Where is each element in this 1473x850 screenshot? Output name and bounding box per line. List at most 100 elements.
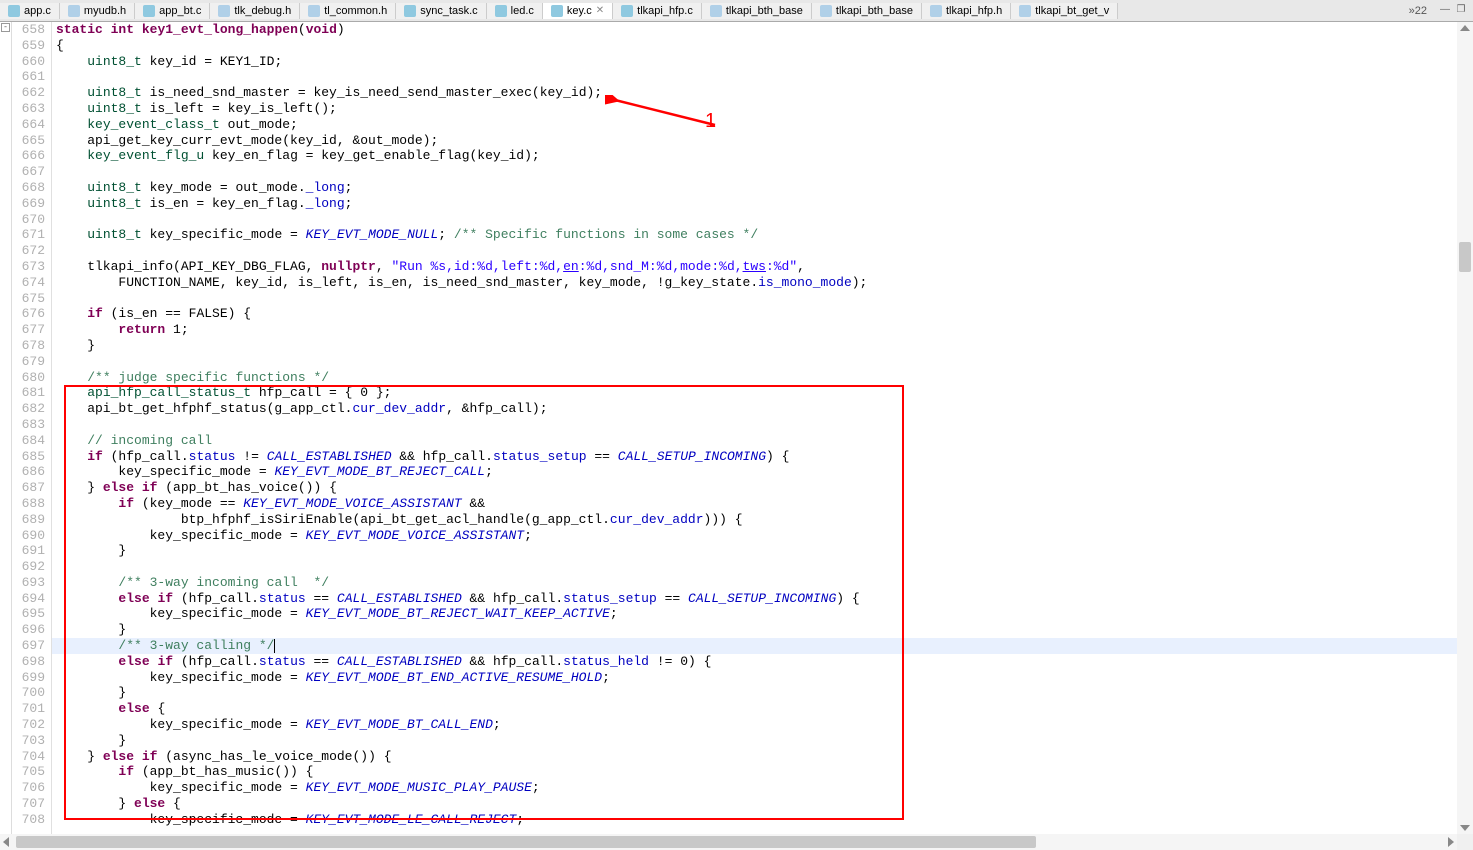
- code-line[interactable]: uint8_t key_specific_mode = KEY_EVT_MODE…: [56, 227, 1473, 243]
- tab-label: tlk_debug.h: [234, 5, 291, 17]
- tab-sync_task-c[interactable]: sync_task.c: [396, 3, 486, 19]
- tab-tlkapi_bt_get_v[interactable]: tlkapi_bt_get_v: [1011, 3, 1118, 19]
- h-file-icon: [820, 5, 832, 17]
- code-line[interactable]: /** 3-way calling */: [56, 638, 1473, 654]
- c-file-icon: [621, 5, 633, 17]
- code-line[interactable]: static int key1_evt_long_happen(void): [56, 22, 1473, 38]
- code-line[interactable]: // incoming call: [56, 433, 1473, 449]
- code-line[interactable]: uint8_t is_need_snd_master = key_is_need…: [56, 85, 1473, 101]
- code-line[interactable]: [56, 69, 1473, 85]
- tab-label: tlkapi_bt_get_v: [1035, 5, 1109, 17]
- line-number: 705: [12, 764, 45, 780]
- line-number: 690: [12, 528, 45, 544]
- code-line[interactable]: uint8_t key_mode = out_mode._long;: [56, 180, 1473, 196]
- code-line[interactable]: FUNCTION_NAME, key_id, is_left, is_en, i…: [56, 275, 1473, 291]
- code-line[interactable]: return 1;: [56, 322, 1473, 338]
- code-line[interactable]: }: [56, 733, 1473, 749]
- code-line[interactable]: else if (hfp_call.status == CALL_ESTABLI…: [56, 591, 1473, 607]
- fold-gutter: -: [0, 22, 12, 834]
- code-line[interactable]: uint8_t key_id = KEY1_ID;: [56, 54, 1473, 70]
- code-line[interactable]: [56, 164, 1473, 180]
- horizontal-scroll-thumb[interactable]: [16, 836, 1036, 848]
- code-line[interactable]: [56, 559, 1473, 575]
- code-line[interactable]: [56, 354, 1473, 370]
- code-line[interactable]: [56, 212, 1473, 228]
- code-line[interactable]: [56, 243, 1473, 259]
- tab-overflow-indicator[interactable]: »22: [1403, 5, 1433, 17]
- tab-myudb-h[interactable]: myudb.h: [60, 3, 135, 19]
- line-number: 675: [12, 291, 45, 307]
- code-line[interactable]: /** judge specific functions */: [56, 370, 1473, 386]
- horizontal-scrollbar[interactable]: [0, 834, 1457, 850]
- h-file-icon: [710, 5, 722, 17]
- line-number: 707: [12, 796, 45, 812]
- tab-tl_common-h[interactable]: tl_common.h: [300, 3, 396, 19]
- line-number: 660: [12, 54, 45, 70]
- code-line[interactable]: }: [56, 622, 1473, 638]
- line-number: 669: [12, 196, 45, 212]
- line-number: 665: [12, 133, 45, 149]
- tab-tlkapi_bth_base[interactable]: tlkapi_bth_base: [812, 3, 922, 19]
- max-button[interactable]: ❐: [1453, 4, 1469, 18]
- code-line[interactable]: key_specific_mode = KEY_EVT_MODE_MUSIC_P…: [56, 780, 1473, 796]
- tab-tlk_debug-h[interactable]: tlk_debug.h: [210, 3, 300, 19]
- code-line[interactable]: uint8_t is_left = key_is_left();: [56, 101, 1473, 117]
- tab-app_bt-c[interactable]: app_bt.c: [135, 3, 210, 19]
- code-line[interactable]: }: [56, 685, 1473, 701]
- fold-collapse-icon[interactable]: -: [1, 23, 10, 32]
- code-line[interactable]: if (is_en == FALSE) {: [56, 306, 1473, 322]
- code-area[interactable]: static int key1_evt_long_happen(void){ u…: [52, 22, 1473, 834]
- code-line[interactable]: key_event_class_t out_mode;: [56, 117, 1473, 133]
- line-number: 697: [12, 638, 45, 654]
- line-number: 700: [12, 685, 45, 701]
- code-line[interactable]: }: [56, 338, 1473, 354]
- c-file-icon: [404, 5, 416, 17]
- code-line[interactable]: btp_hfphf_isSiriEnable(api_bt_get_acl_ha…: [56, 512, 1473, 528]
- code-line[interactable]: [56, 291, 1473, 307]
- code-line[interactable]: tlkapi_info(API_KEY_DBG_FLAG, nullptr, "…: [56, 259, 1473, 275]
- line-number: 695: [12, 606, 45, 622]
- code-line[interactable]: else if (hfp_call.status == CALL_ESTABLI…: [56, 654, 1473, 670]
- code-line[interactable]: key_specific_mode = KEY_EVT_MODE_LE_CALL…: [56, 812, 1473, 828]
- code-line[interactable]: key_specific_mode = KEY_EVT_MODE_BT_END_…: [56, 670, 1473, 686]
- code-line[interactable]: if (key_mode == KEY_EVT_MODE_VOICE_ASSIS…: [56, 496, 1473, 512]
- code-line[interactable]: [56, 417, 1473, 433]
- code-line[interactable]: /** 3-way incoming call */: [56, 575, 1473, 591]
- code-line[interactable]: else {: [56, 701, 1473, 717]
- code-line[interactable]: api_get_key_curr_evt_mode(key_id, &out_m…: [56, 133, 1473, 149]
- min-button[interactable]: —: [1437, 4, 1453, 18]
- line-number: 703: [12, 733, 45, 749]
- tab-led-c[interactable]: led.c: [487, 3, 543, 19]
- line-number: 693: [12, 575, 45, 591]
- code-line[interactable]: uint8_t is_en = key_en_flag._long;: [56, 196, 1473, 212]
- code-line[interactable]: api_hfp_call_status_t hfp_call = { 0 };: [56, 385, 1473, 401]
- line-number: 667: [12, 164, 45, 180]
- code-line[interactable]: } else if (app_bt_has_voice()) {: [56, 480, 1473, 496]
- code-line[interactable]: } else {: [56, 796, 1473, 812]
- tab-tlkapi_hfp-c[interactable]: tlkapi_hfp.c: [613, 3, 702, 19]
- code-line[interactable]: if (hfp_call.status != CALL_ESTABLISHED …: [56, 449, 1473, 465]
- code-line[interactable]: {: [56, 38, 1473, 54]
- code-line[interactable]: key_specific_mode = KEY_EVT_MODE_BT_REJE…: [56, 464, 1473, 480]
- h-file-icon: [930, 5, 942, 17]
- annotation-label: 1: [705, 110, 716, 133]
- code-line[interactable]: api_bt_get_hfphf_status(g_app_ctl.cur_de…: [56, 401, 1473, 417]
- tab-app-c[interactable]: app.c: [0, 3, 60, 19]
- tab-tlkapi_hfp-h[interactable]: tlkapi_hfp.h: [922, 3, 1011, 19]
- tab-tlkapi_bth_base[interactable]: tlkapi_bth_base: [702, 3, 812, 19]
- code-line[interactable]: key_event_flg_u key_en_flag = key_get_en…: [56, 148, 1473, 164]
- line-number: 682: [12, 401, 45, 417]
- h-file-icon: [218, 5, 230, 17]
- code-line[interactable]: }: [56, 543, 1473, 559]
- line-number: 694: [12, 591, 45, 607]
- c-file-icon: [143, 5, 155, 17]
- code-line[interactable]: key_specific_mode = KEY_EVT_MODE_BT_CALL…: [56, 717, 1473, 733]
- code-line[interactable]: key_specific_mode = KEY_EVT_MODE_VOICE_A…: [56, 528, 1473, 544]
- tab-key-c[interactable]: key.c✕: [543, 3, 613, 19]
- tab-label: tlkapi_hfp.h: [946, 5, 1002, 17]
- code-line[interactable]: key_specific_mode = KEY_EVT_MODE_BT_REJE…: [56, 606, 1473, 622]
- code-line[interactable]: } else if (async_has_le_voice_mode()) {: [56, 749, 1473, 765]
- line-number: 692: [12, 559, 45, 575]
- close-icon[interactable]: ✕: [596, 5, 604, 16]
- code-line[interactable]: if (app_bt_has_music()) {: [56, 764, 1473, 780]
